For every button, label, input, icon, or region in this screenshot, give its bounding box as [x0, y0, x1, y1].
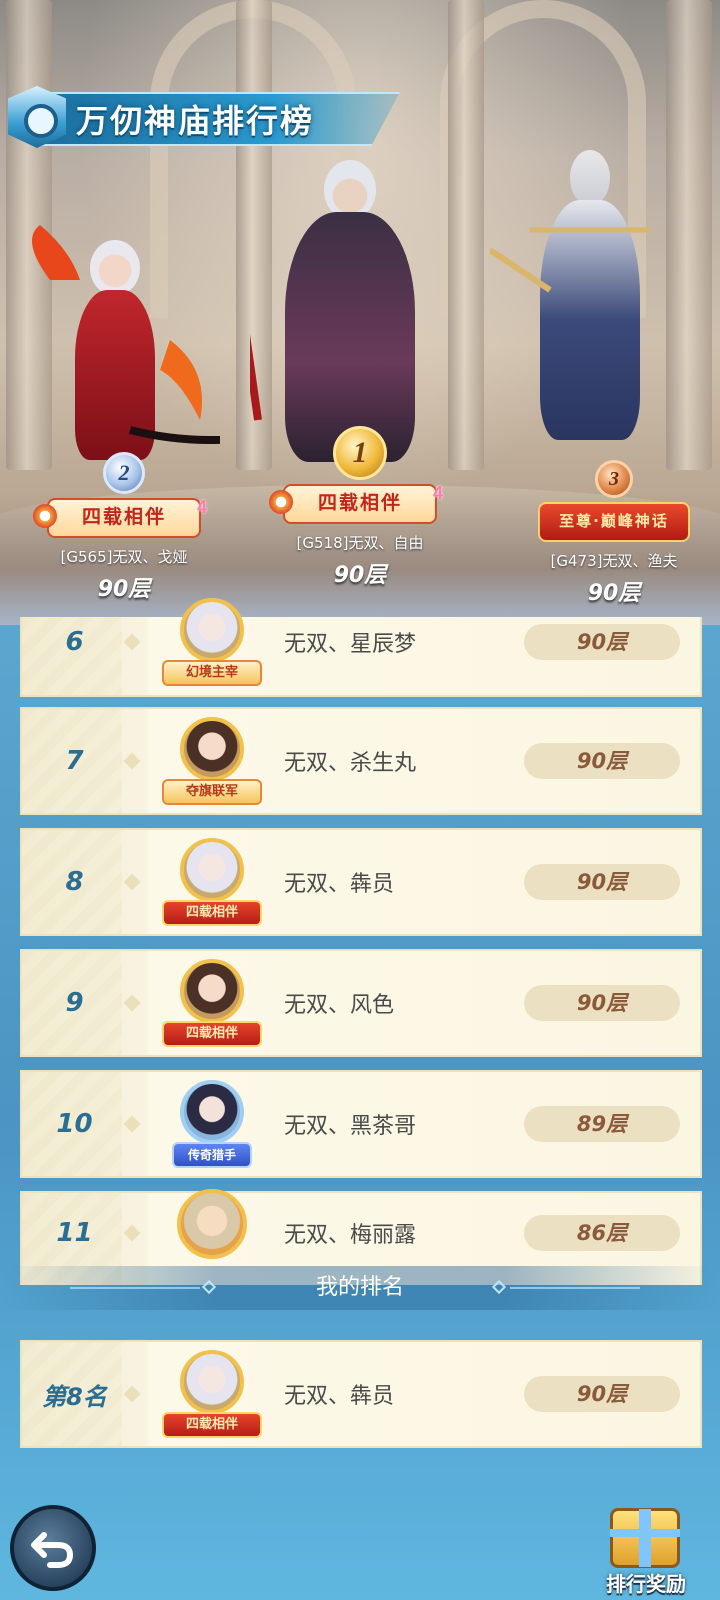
player-avatar[interactable]: 幻境主宰	[162, 598, 262, 686]
avatar-title-tag: 四载相伴	[162, 1412, 262, 1438]
rank-number: 6	[65, 627, 84, 657]
page-title-bar: 万仞神庙排行榜	[0, 86, 420, 148]
ranking-row[interactable]: 10 传奇猎手 无双、黑茶哥 89层	[20, 1070, 702, 1178]
temple-pillar	[448, 0, 484, 470]
player-name: 无双、杀生丸	[284, 751, 417, 776]
avatar-portrait	[180, 717, 244, 781]
player-name: 无双、星辰梦	[284, 632, 417, 657]
floor-count: 90层	[524, 624, 680, 660]
avatar-title-tag: 夺旗联军	[162, 779, 262, 805]
rank-number: 10	[56, 1109, 93, 1139]
back-button[interactable]	[10, 1505, 96, 1591]
player-avatar[interactable]: 四载相伴	[162, 959, 262, 1047]
avatar-portrait	[180, 1350, 244, 1414]
player-avatar[interactable]: 传奇猎手	[162, 1080, 262, 1168]
floor-count: 90层	[524, 743, 680, 779]
player-avatar[interactable]	[162, 1189, 262, 1277]
avatar-title-tag: 传奇猎手	[172, 1142, 252, 1168]
avatar-title-tag: 四载相伴	[162, 1021, 262, 1047]
avatar-portrait	[180, 1080, 244, 1144]
avatar-title-tag: 幻境主宰	[162, 660, 262, 686]
rank-2-medal-icon: 2	[103, 452, 145, 494]
avatar-portrait	[180, 838, 244, 902]
podium-rank-2[interactable]: 2 四载相伴 [G565]无双、戈娅 90层	[14, 452, 234, 603]
player-name: [G473]无双、渔夫	[550, 552, 678, 570]
player-name: 无双、犇员	[284, 1384, 395, 1409]
podium-rank-3[interactable]: 3 至尊·巅峰神话 [G473]无双、渔夫 90层	[504, 460, 720, 607]
title-badge: 四载相伴	[269, 476, 445, 524]
player-name: 无双、犇员	[284, 872, 395, 897]
floor-count: 90层	[333, 563, 387, 588]
hero-rank-2-figure[interactable]	[10, 220, 220, 460]
back-arrow-icon	[31, 1532, 74, 1568]
my-rank-number: 第8名	[42, 1382, 107, 1411]
avatar-portrait	[180, 598, 244, 662]
hero-rank-1-figure[interactable]	[250, 140, 450, 462]
ranking-row[interactable]: 8 四载相伴 无双、犇员 90层	[20, 828, 702, 936]
player-name: 无双、黑茶哥	[284, 1114, 417, 1139]
player-name: [G565]无双、戈娅	[60, 548, 188, 566]
page-title: 万仞神庙排行榜	[76, 102, 315, 140]
podium-rank-1[interactable]: 1 四载相伴 [G518]无双、自由 90层	[250, 426, 470, 589]
rank-number: 7	[65, 746, 84, 776]
floor-count: 86层	[524, 1215, 680, 1251]
player-name: 无双、风色	[284, 993, 395, 1018]
player-avatar[interactable]: 四载相伴	[162, 1350, 262, 1438]
floor-count: 89层	[524, 1106, 680, 1142]
title-badge: 至尊·巅峰神话	[538, 502, 690, 542]
floor-count: 90层	[524, 985, 680, 1021]
gift-box-icon	[610, 1508, 680, 1568]
podium-scene: 万仞神庙排行榜 2 四载相伴 [G565]无双、戈娅 90层 1 四载相伴 [G…	[0, 0, 720, 625]
avatar-portrait	[177, 1189, 247, 1259]
reward-label: 排行奖励	[606, 1572, 686, 1596]
my-rank-header: 我的排名	[0, 1266, 720, 1310]
floor-count: 90层	[524, 864, 680, 900]
avatar-title-tag: 四载相伴	[162, 900, 262, 926]
rank-number: 9	[65, 988, 84, 1018]
my-rank-row[interactable]: 第8名 四载相伴 无双、犇员 90层	[20, 1340, 702, 1448]
avatar-portrait	[180, 959, 244, 1023]
rank-3-medal-icon: 3	[595, 460, 633, 498]
rank-number: 8	[65, 867, 84, 897]
rank-1-medal-icon: 1	[333, 426, 387, 480]
title-badge: 四载相伴	[33, 490, 209, 538]
player-name: [G518]无双、自由	[296, 534, 424, 552]
ranking-row[interactable]: 9 四载相伴 无双、风色 90层	[20, 949, 702, 1057]
ranking-row[interactable]: 7 夺旗联军 无双、杀生丸 90层	[20, 707, 702, 815]
hero-rank-3-figure[interactable]	[490, 140, 690, 440]
player-avatar[interactable]: 四载相伴	[162, 838, 262, 926]
floor-count: 90层	[524, 1376, 680, 1412]
player-avatar[interactable]: 夺旗联军	[162, 717, 262, 805]
floor-count: 90层	[587, 581, 641, 606]
ranking-reward-button[interactable]: 排行奖励	[596, 1500, 696, 1600]
ranking-row[interactable]: 6 幻境主宰 无双、星辰梦 90层	[20, 598, 702, 697]
